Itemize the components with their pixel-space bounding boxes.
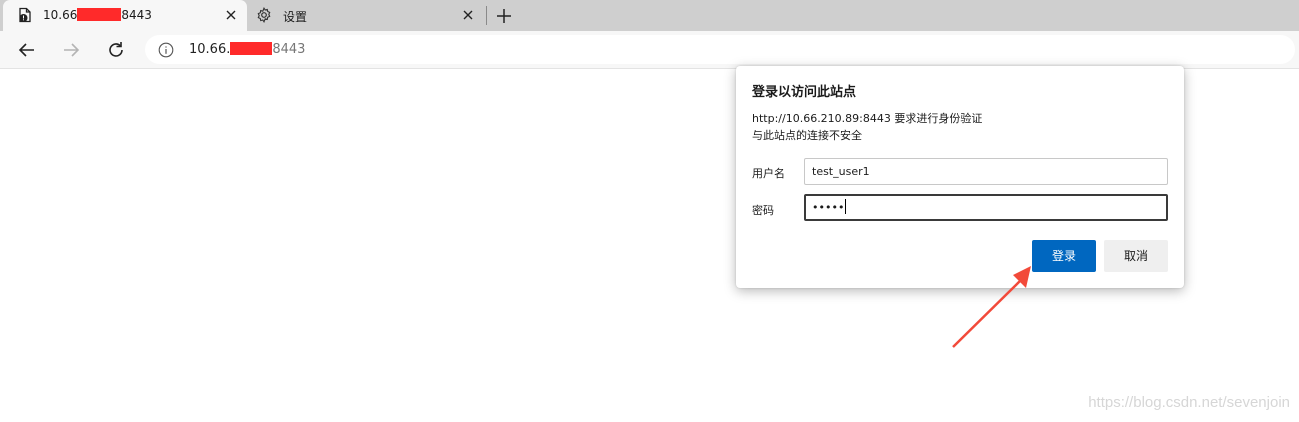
forward-arrow-icon[interactable] [61,40,81,60]
back-arrow-icon[interactable] [17,40,37,60]
url-text: 10.66. 8443 [189,42,306,57]
password-value: ••••• [812,201,845,214]
sign-in-dialog: 登录以访问此站点 http://10.66.210.89:8443 要求进行身份… [736,66,1184,288]
tab-title: 10.66 8443 [43,8,152,22]
address-bar[interactable]: 10.66. 8443 [145,35,1295,64]
redaction-mark [230,42,273,55]
dialog-message-insecure: 与此站点的连接不安全 [752,129,862,142]
password-field[interactable]: ••••• [804,194,1168,221]
dialog-message-auth: http://10.66.210.89:8443 要求进行身份验证 [752,112,983,125]
refresh-icon[interactable] [106,40,126,60]
dialog-title: 登录以访问此站点 [752,85,857,100]
gear-icon [257,7,271,23]
tab-separator [486,6,487,25]
info-icon[interactable] [158,42,174,58]
dialog-message: http://10.66.210.89:8443 要求进行身份验证 与此站点的连… [752,110,982,144]
redaction-mark [77,8,122,21]
watermark: https://blog.csdn.net/sevenjoin [1088,394,1290,411]
tab-strip: 10.66 8443 设置 [0,0,1299,31]
page-warning-icon [19,7,31,23]
close-icon[interactable] [460,7,476,23]
new-tab-icon[interactable] [494,6,514,26]
tab-settings[interactable]: 设置 [247,0,484,31]
cancel-button[interactable]: 取消 [1104,240,1168,272]
tab-login-site[interactable]: 10.66 8443 [3,0,247,31]
username-field[interactable]: test_user1 [804,158,1168,185]
close-icon[interactable] [223,7,239,23]
text-caret [845,199,847,214]
login-button[interactable]: 登录 [1032,240,1096,272]
username-label: 用户名 [752,167,785,180]
browser-toolbar: 10.66. 8443 [0,31,1299,69]
password-label: 密码 [752,204,774,217]
tab-title: 设置 [283,10,308,24]
